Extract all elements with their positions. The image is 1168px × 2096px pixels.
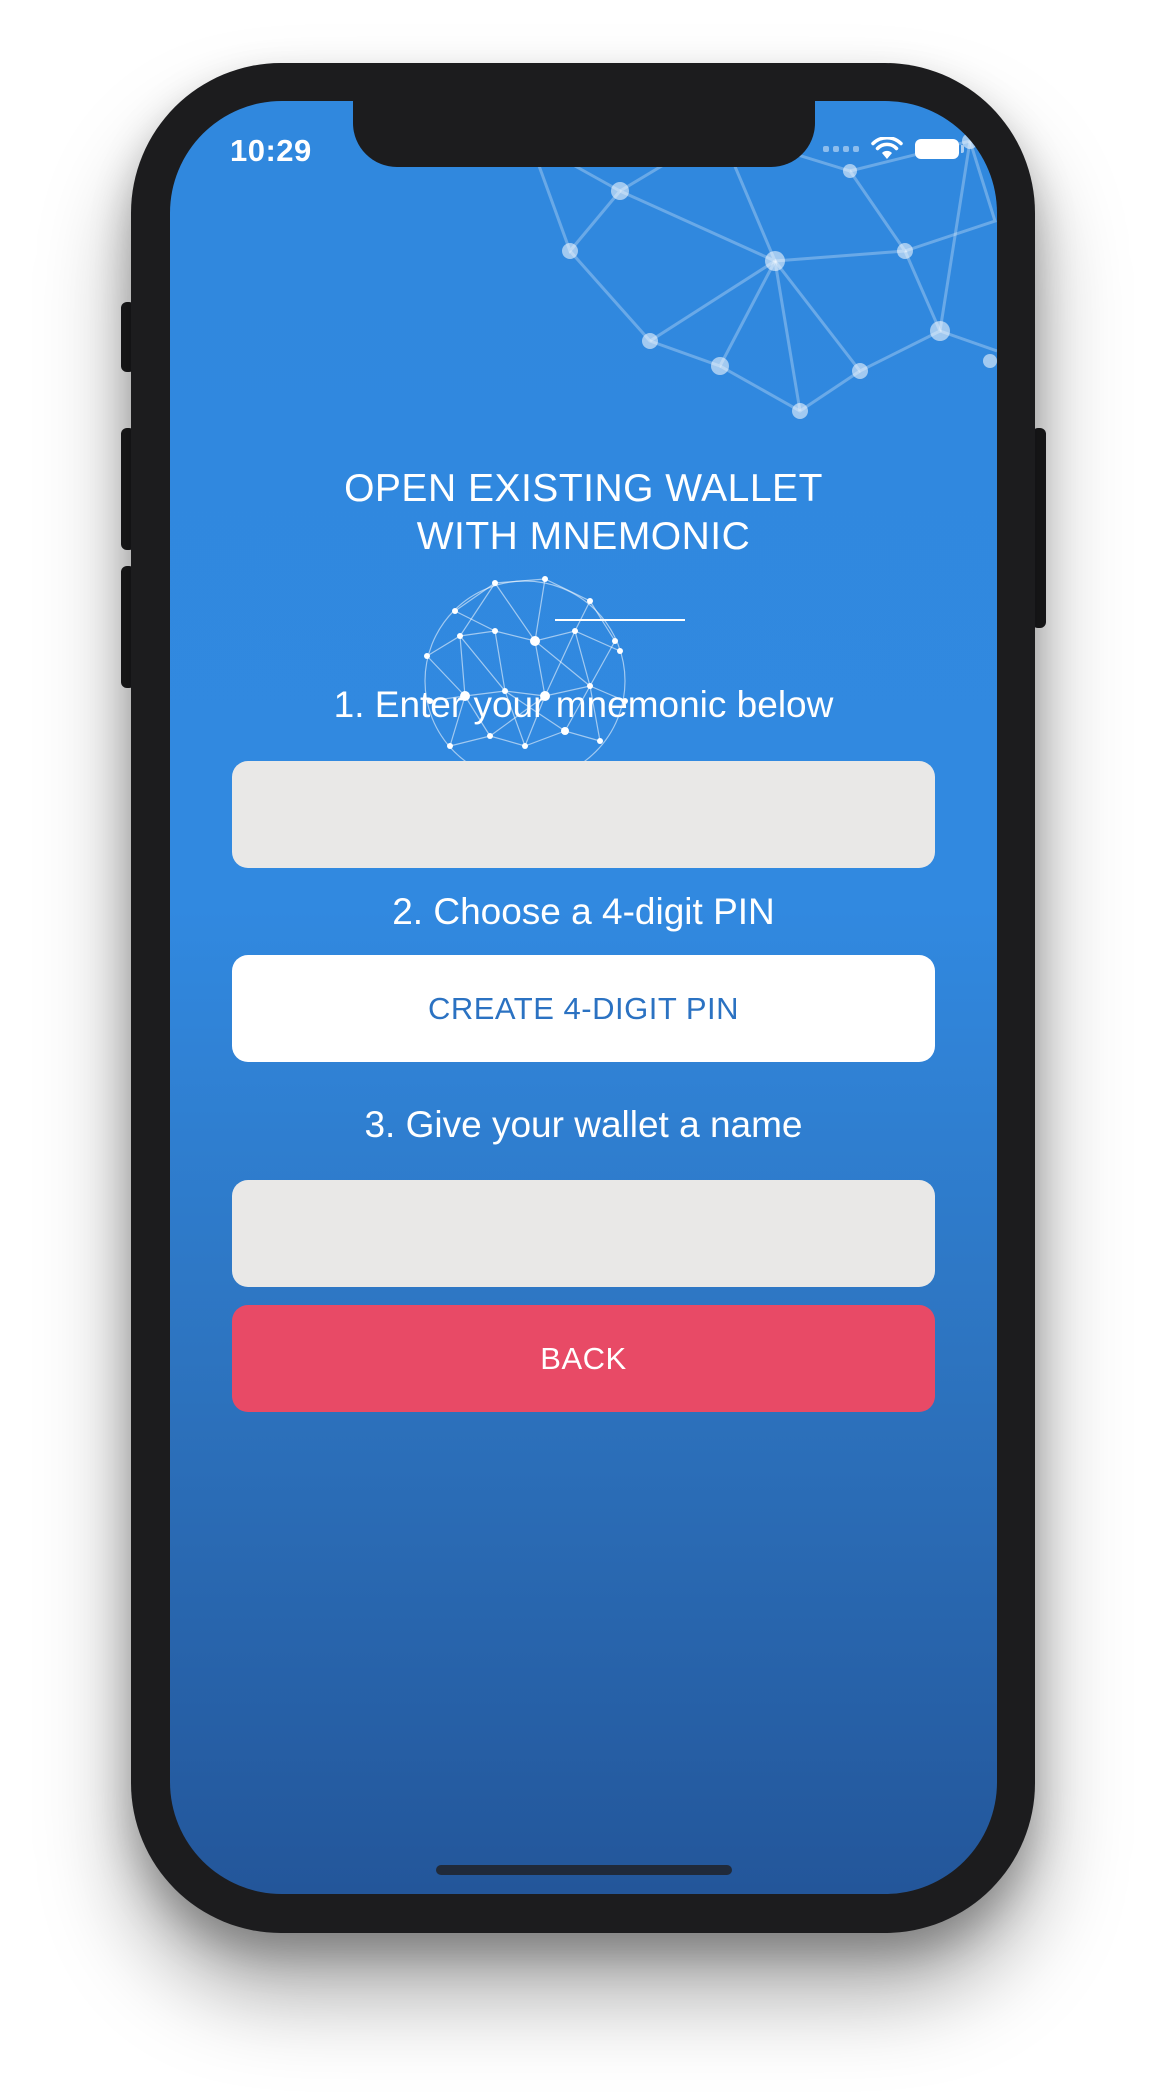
mnemonic-input[interactable] (232, 761, 935, 868)
create-pin-button[interactable]: CREATE 4-DIGIT PIN (232, 955, 935, 1062)
step-1-label: 1. Enter your mnemonic below (333, 684, 834, 725)
cellular-signal-icon (823, 146, 859, 152)
title-divider (555, 619, 685, 621)
app-screen: 10:29 OPEN EXISTING WALLET WITH MNEMONIC (170, 101, 997, 1894)
step-3-label: 3. Give your wallet a name (364, 1104, 803, 1145)
device-notch (353, 101, 815, 167)
device-mockup: 10:29 OPEN EXISTING WALLET WITH MNEMONIC (0, 0, 1168, 2096)
battery-icon (915, 139, 964, 159)
wifi-icon (871, 137, 903, 159)
back-button[interactable]: BACK (232, 1305, 935, 1412)
page-title-line-1: OPEN EXISTING WALLET (344, 467, 823, 510)
network-globe-icon (424, 576, 628, 771)
status-time: 10:29 (230, 133, 312, 168)
wallet-name-input[interactable] (232, 1180, 935, 1287)
status-indicators (823, 137, 964, 161)
home-indicator[interactable] (436, 1865, 732, 1875)
page-title-line-2: WITH MNEMONIC (416, 515, 751, 558)
step-2-label: 2. Choose a 4-digit PIN (392, 891, 775, 932)
